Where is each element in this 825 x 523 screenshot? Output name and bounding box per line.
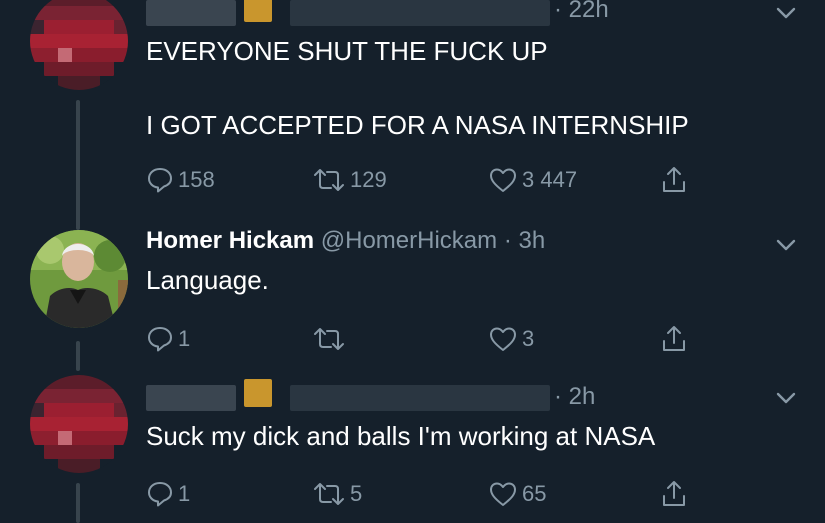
share-icon: [663, 481, 685, 506]
like-button[interactable]: 3 447: [488, 163, 577, 197]
tweet-1[interactable]: · 22h EVERYONE SHUT THE FUCK UP I GOT AC…: [0, 0, 825, 230]
reply-count: 158: [178, 167, 215, 192]
tweet-actions: 1 5 65: [146, 477, 706, 511]
reply-count: 1: [178, 326, 191, 351]
like-count: 65: [522, 481, 547, 506]
reply-count: 1: [178, 481, 191, 506]
tweet-text-line-1: Suck my dick and balls I'm working at NA…: [146, 421, 656, 451]
tweet-header: Homer Hickam @HomerHickam · 3h: [146, 227, 795, 261]
retweet-button[interactable]: 5: [312, 477, 362, 511]
chevron-down-icon[interactable]: [775, 234, 797, 256]
share-icon: [663, 326, 685, 351]
tweet-time: · 3h: [503, 227, 546, 254]
heart-icon: [490, 327, 516, 351]
tweet-text-line-2: I GOT ACCEPTED FOR A NASA INTERNSHIP: [146, 110, 689, 140]
tweet-actions: 158 129 3 447: [146, 163, 706, 197]
blurred-name: [146, 385, 236, 411]
tweet-time: · 2h: [554, 383, 596, 410]
chevron-down-icon[interactable]: [775, 387, 797, 409]
blurred-badge: [244, 0, 272, 22]
blurred-handle: [290, 385, 550, 411]
author-handle[interactable]: @HomerHickam: [321, 227, 497, 254]
retweet-count: 5: [350, 481, 363, 506]
reply-button[interactable]: 1: [146, 322, 190, 356]
tweet-header: · 22h: [146, 0, 795, 28]
blurred-handle: [290, 0, 550, 26]
tweet-text-line-1: Language.: [146, 265, 269, 295]
thread-line: [76, 483, 80, 523]
heart-icon: [490, 168, 516, 192]
tweet-time: · 22h: [554, 0, 609, 23]
reply-button[interactable]: 158: [146, 163, 215, 197]
retweet-count: 129: [350, 167, 387, 192]
tweet-header: · 2h: [146, 379, 795, 413]
blurred-name: [146, 0, 236, 26]
retweet-icon: [314, 483, 344, 505]
retweet-button[interactable]: 129: [312, 163, 387, 197]
retweet-button[interactable]: [312, 322, 350, 356]
share-button[interactable]: [660, 477, 692, 511]
like-count: 3 447: [522, 167, 578, 192]
tweet-actions: 1 3: [146, 322, 706, 356]
retweet-icon: [314, 169, 344, 191]
share-button[interactable]: [660, 322, 692, 356]
heart-icon: [490, 482, 516, 506]
reply-icon: [148, 327, 172, 352]
share-button[interactable]: [660, 163, 692, 197]
reply-icon: [148, 168, 172, 193]
blurred-badge: [244, 379, 272, 407]
reply-button[interactable]: 1: [146, 477, 190, 511]
avatar[interactable]: [30, 230, 128, 328]
share-icon: [663, 167, 685, 192]
like-button[interactable]: 3: [488, 322, 534, 356]
thread-line: [76, 100, 80, 230]
avatar[interactable]: [30, 375, 128, 473]
tweet-text-line-1: EVERYONE SHUT THE FUCK UP: [146, 36, 548, 66]
like-button[interactable]: 65: [488, 477, 546, 511]
tweet-2[interactable]: Homer Hickam @HomerHickam · 3h Language.…: [0, 225, 825, 371]
chevron-down-icon[interactable]: [775, 2, 797, 24]
like-count: 3: [522, 326, 535, 351]
avatar[interactable]: [30, 0, 128, 90]
tweet-3[interactable]: · 2h Suck my dick and balls I'm working …: [0, 365, 825, 523]
author-name[interactable]: Homer Hickam: [146, 227, 314, 254]
retweet-icon: [314, 328, 344, 350]
reply-icon: [148, 482, 172, 507]
